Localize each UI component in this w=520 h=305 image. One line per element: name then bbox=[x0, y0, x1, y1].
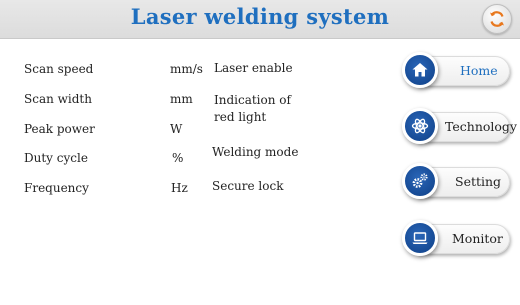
param-label-duty-cycle: Duty cycle bbox=[24, 151, 88, 165]
nav-setting-label: Setting bbox=[455, 174, 502, 189]
param-unit-scan-speed: mm/s bbox=[170, 62, 203, 76]
switch-label-laser-enable: Laser enable bbox=[214, 61, 293, 75]
nav-technology-button[interactable]: Technology bbox=[402, 108, 517, 144]
nav-home-badge bbox=[402, 52, 438, 88]
nav-monitor-label: Monitor bbox=[452, 231, 503, 246]
nav-home-label: Home bbox=[460, 63, 498, 78]
nav-home-button[interactable]: Home bbox=[402, 52, 512, 88]
nav-setting-button[interactable]: Setting bbox=[402, 163, 512, 199]
laptop-icon bbox=[412, 232, 428, 244]
page-title: Laser welding system bbox=[130, 4, 390, 29]
switch-label-secure-lock: Secure lock bbox=[212, 179, 284, 193]
nav-setting-badge bbox=[402, 163, 438, 199]
nav-monitor-button[interactable]: Monitor bbox=[402, 220, 512, 256]
nav-technology-badge bbox=[402, 108, 438, 144]
param-unit-frequency: Hz bbox=[171, 181, 188, 195]
param-unit-peak-power: W bbox=[170, 122, 183, 136]
param-label-peak-power: Peak power bbox=[24, 122, 95, 136]
param-label-scan-width: Scan width bbox=[24, 92, 92, 106]
home-icon bbox=[412, 63, 428, 77]
nav-monitor-badge bbox=[402, 220, 438, 256]
param-unit-scan-width: mm bbox=[170, 92, 193, 106]
switch-label-red-light: Indication of red light bbox=[214, 93, 291, 124]
switch-label-welding-mode: Welding mode bbox=[212, 145, 299, 159]
atom-icon bbox=[411, 118, 429, 134]
refresh-button[interactable] bbox=[482, 4, 512, 34]
gears-icon bbox=[412, 173, 428, 188]
title-bar: Laser welding system bbox=[0, 0, 520, 39]
param-unit-duty-cycle: % bbox=[172, 151, 184, 165]
refresh-icon bbox=[490, 11, 504, 27]
nav-technology-label: Technology bbox=[445, 119, 517, 134]
param-label-scan-speed: Scan speed bbox=[24, 62, 94, 76]
param-label-frequency: Frequency bbox=[24, 181, 89, 195]
